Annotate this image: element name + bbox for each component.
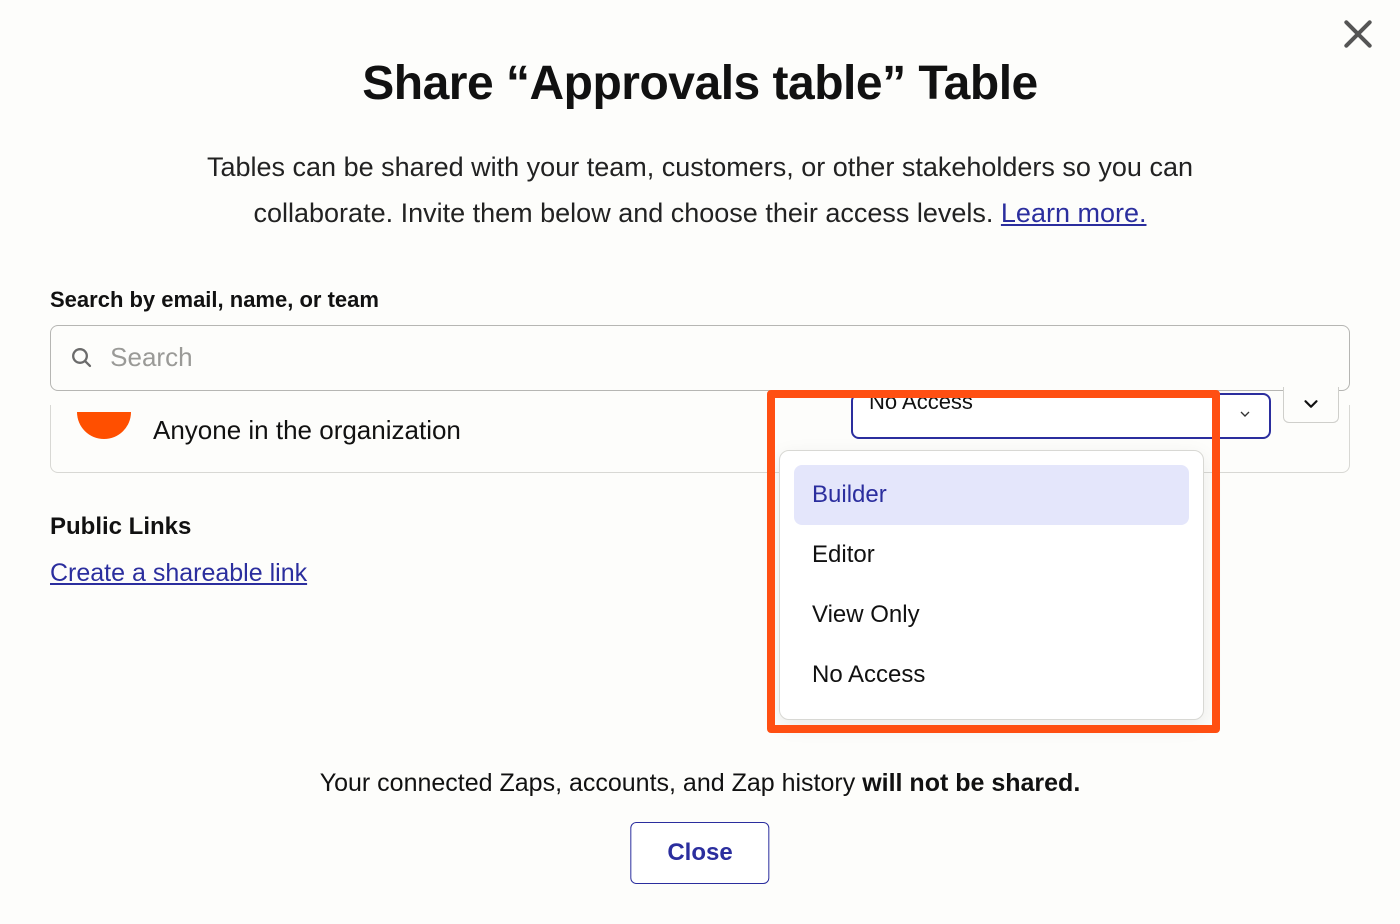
close-icon[interactable] (1338, 14, 1378, 54)
search-icon (69, 345, 94, 371)
footer-note: Your connected Zaps, accounts, and Zap h… (0, 769, 1400, 798)
learn-more-link[interactable]: Learn more. (1001, 198, 1147, 228)
footer-note-text: Your connected Zaps, accounts, and Zap h… (320, 769, 862, 797)
access-option-editor[interactable]: Editor (794, 525, 1189, 585)
search-label: Search by email, name, or team (50, 287, 1350, 313)
access-select[interactable]: No Access (851, 393, 1271, 439)
footer-note-emphasis: will not be shared. (862, 769, 1080, 797)
chevron-down-icon (1237, 402, 1253, 418)
org-avatar-icon (77, 412, 131, 439)
access-option-no-access[interactable]: No Access (794, 645, 1189, 705)
access-option-view-only[interactable]: View Only (794, 585, 1189, 645)
access-option-builder[interactable]: Builder (794, 465, 1189, 525)
access-select-value: No Access (869, 393, 973, 415)
search-input[interactable] (110, 342, 1331, 373)
share-modal: Share “Approvals table” Table Tables can… (0, 0, 1400, 924)
access-select-group: No Access (851, 393, 1339, 439)
modal-subtitle: Tables can be shared with your team, cus… (150, 145, 1250, 237)
search-field-wrap[interactable] (50, 325, 1350, 391)
access-dropdown-menu: Builder Editor View Only No Access (779, 450, 1204, 720)
close-button[interactable]: Close (630, 822, 769, 884)
create-shareable-link[interactable]: Create a shareable link (50, 559, 307, 587)
expand-row-toggle[interactable] (1283, 387, 1339, 423)
modal-title: Share “Approvals table” Table (50, 56, 1350, 111)
